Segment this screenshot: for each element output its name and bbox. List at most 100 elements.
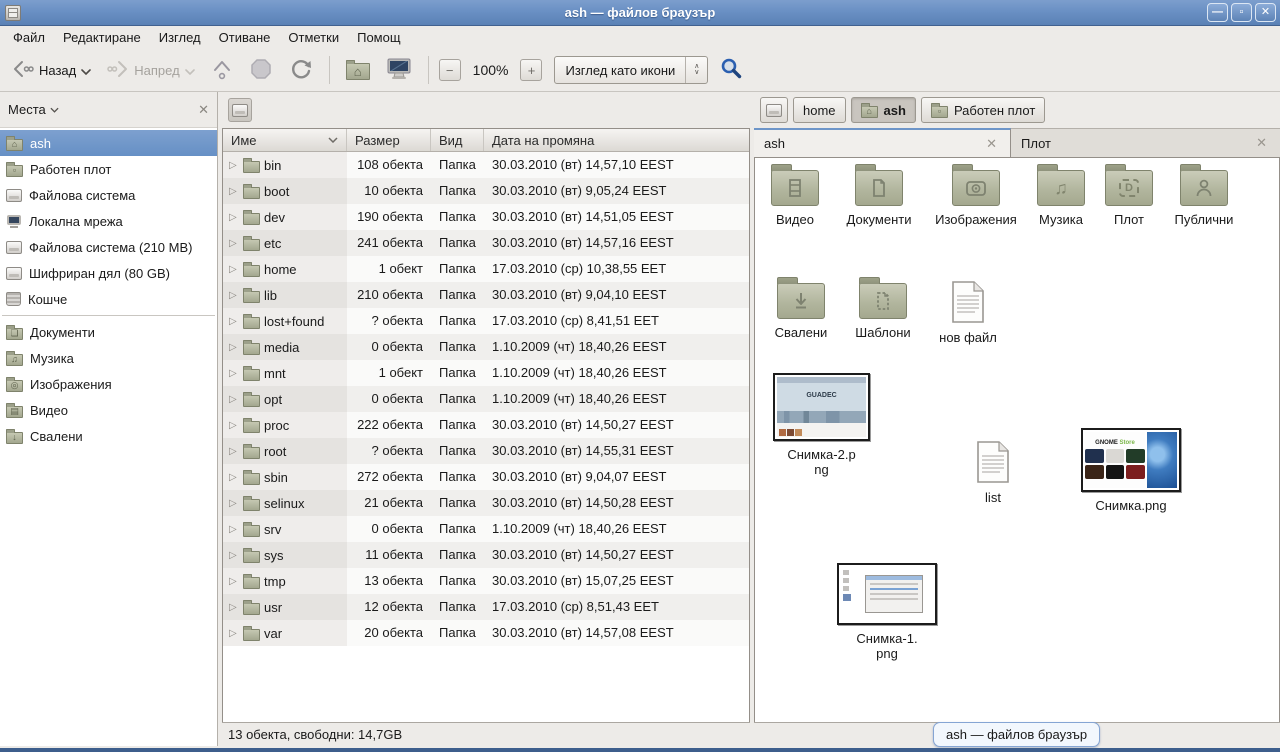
expander-icon[interactable]: ▷ — [229, 472, 239, 483]
stop-button[interactable] — [243, 53, 279, 88]
expander-icon[interactable]: ▷ — [229, 524, 239, 535]
folder-downloads[interactable]: Свалени — [765, 283, 837, 340]
folder-templates[interactable]: Шаблони — [845, 283, 921, 340]
expander-icon[interactable]: ▷ — [229, 576, 239, 587]
folder-music[interactable]: ♫ Музика — [1028, 170, 1094, 227]
expander-icon[interactable]: ▷ — [229, 238, 239, 249]
up-button[interactable] — [205, 53, 239, 88]
tab-ash[interactable]: ash ✕ — [754, 128, 1011, 157]
sidebar-item-network[interactable]: Локална мрежа — [0, 208, 217, 234]
root-location-button[interactable] — [228, 98, 252, 122]
expander-icon[interactable]: ▷ — [229, 628, 239, 639]
path-root-button[interactable] — [760, 97, 788, 123]
table-row[interactable]: ▷opt0 обектаПапка1.10.2009 (чт) 18,40,26… — [223, 386, 749, 412]
table-row[interactable]: ▷srv0 обектаПапка1.10.2009 (чт) 18,40,26… — [223, 516, 749, 542]
expander-icon[interactable]: ▷ — [229, 602, 239, 613]
computer-button[interactable] — [380, 53, 418, 88]
menu-help[interactable]: Помощ — [348, 27, 409, 48]
folder-desktop[interactable]: D Плот — [1099, 170, 1159, 227]
expander-icon[interactable]: ▷ — [229, 342, 239, 353]
table-row[interactable]: ▷var20 обектаПапка30.03.2010 (вт) 14,57,… — [223, 620, 749, 646]
sidebar-item-home[interactable]: ⌂ ash — [0, 130, 217, 156]
path-current-button[interactable]: ⌂ ash — [851, 97, 916, 123]
sidebar-item-videos[interactable]: ▤ Видео — [0, 397, 217, 423]
expander-icon[interactable]: ▷ — [229, 420, 239, 431]
path-home-button[interactable]: home — [793, 97, 846, 123]
title-bar[interactable]: ash — файлов браузър — ▫ ✕ — [0, 0, 1280, 26]
expander-icon[interactable]: ▷ — [229, 550, 239, 561]
expander-icon[interactable]: ▷ — [229, 212, 239, 223]
zoom-out-button[interactable]: − — [439, 59, 461, 81]
menu-edit[interactable]: Редактиране — [54, 27, 150, 48]
sidebar-item-downloads[interactable]: ↓ Свалени — [0, 423, 217, 449]
table-row[interactable]: ▷sbin272 обектаПапка30.03.2010 (вт) 9,04… — [223, 464, 749, 490]
expander-icon[interactable]: ▷ — [229, 186, 239, 197]
sidebar-item-encrypted-80gb[interactable]: Шифриран дял (80 GB) — [0, 260, 217, 286]
file-snimka-1-png[interactable]: Снимка-1.png — [835, 563, 939, 661]
table-row[interactable]: ▷proc222 обектаПапка30.03.2010 (вт) 14,5… — [223, 412, 749, 438]
folder-videos[interactable]: Видео — [761, 170, 829, 227]
table-row[interactable]: ▷mnt1 обектПапка1.10.2009 (чт) 18,40,26 … — [223, 360, 749, 386]
file-snimka-2-png[interactable]: GUADEC Снимка-2.png — [771, 373, 872, 477]
table-row[interactable]: ▷selinux21 обектаПапка30.03.2010 (вт) 14… — [223, 490, 749, 516]
sidebar-item-music[interactable]: ♫ Музика — [0, 345, 217, 371]
sidebar-item-trash[interactable]: Кошче — [0, 286, 217, 312]
forward-dropdown-icon[interactable] — [185, 63, 195, 78]
minimize-button[interactable]: — — [1207, 3, 1228, 22]
sidebar-item-documents[interactable]: ❏ Документи — [0, 319, 217, 345]
expander-icon[interactable]: ▷ — [229, 160, 239, 171]
tab-close-icon[interactable]: ✕ — [983, 136, 1000, 152]
folder-public[interactable]: Публични — [1163, 170, 1245, 227]
taskbar-window-chip[interactable]: ash — файлов браузър — [933, 722, 1100, 747]
table-row[interactable]: ▷lib210 обектаПапка30.03.2010 (вт) 9,04,… — [223, 282, 749, 308]
table-row[interactable]: ▷dev190 обектаПапка30.03.2010 (вт) 14,51… — [223, 204, 749, 230]
column-name[interactable]: Име — [223, 129, 347, 151]
expander-icon[interactable]: ▷ — [229, 498, 239, 509]
table-row[interactable]: ▷media0 обектаПапка1.10.2009 (чт) 18,40,… — [223, 334, 749, 360]
expander-icon[interactable]: ▷ — [229, 446, 239, 457]
menu-bookmarks[interactable]: Отметки — [279, 27, 348, 48]
sidebar-item-pictures[interactable]: ◎ Изображения — [0, 371, 217, 397]
tab-desktop[interactable]: Плот ✕ — [1011, 128, 1280, 157]
menu-file[interactable]: Файл — [4, 27, 54, 48]
sidebar-pane-selector[interactable]: Места — [8, 102, 198, 117]
folder-images[interactable]: Изображения — [935, 170, 1017, 227]
table-row[interactable]: ▷sys11 обектаПапка30.03.2010 (вт) 14,50,… — [223, 542, 749, 568]
search-button[interactable] — [712, 52, 750, 89]
reload-button[interactable] — [283, 53, 319, 88]
file-newfile[interactable]: нов файл — [931, 280, 1005, 345]
table-row[interactable]: ▷etc241 обектаПапка30.03.2010 (вт) 14,57… — [223, 230, 749, 256]
folder-documents[interactable]: Документи — [836, 170, 922, 227]
menu-view[interactable]: Изглед — [150, 27, 210, 48]
file-list[interactable]: list — [967, 440, 1019, 505]
sidebar-item-filesystem[interactable]: Файлова система — [0, 182, 217, 208]
expander-icon[interactable]: ▷ — [229, 264, 239, 275]
file-snimka-png[interactable]: GNOME Store Снимка.png — [1079, 428, 1183, 513]
table-row[interactable]: ▷usr12 обектаПапка17.03.2010 (ср) 8,51,4… — [223, 594, 749, 620]
table-row[interactable]: ▷tmp13 обектаПапка30.03.2010 (вт) 15,07,… — [223, 568, 749, 594]
table-row[interactable]: ▷home1 обектПапка17.03.2010 (ср) 10,38,5… — [223, 256, 749, 282]
tab-close-icon[interactable]: ✕ — [1253, 135, 1270, 151]
path-desktop-button[interactable]: ▫ Работен плот — [921, 97, 1045, 123]
expander-icon[interactable]: ▷ — [229, 316, 239, 327]
table-row[interactable]: ▷root? обектаПапка30.03.2010 (вт) 14,55,… — [223, 438, 749, 464]
table-row[interactable]: ▷boot10 обектаПапка30.03.2010 (вт) 9,05,… — [223, 178, 749, 204]
menu-go[interactable]: Отиване — [210, 27, 280, 48]
home-button[interactable]: ⌂ — [340, 56, 376, 84]
close-button[interactable]: ✕ — [1255, 3, 1276, 22]
forward-button[interactable]: Напред — [101, 55, 200, 86]
column-date[interactable]: Дата на промяна — [484, 129, 749, 151]
expander-icon[interactable]: ▷ — [229, 394, 239, 405]
column-type[interactable]: Вид — [431, 129, 484, 151]
view-mode-select[interactable]: Изглед като икони ∧∨ — [554, 56, 708, 84]
back-button[interactable]: Назад — [6, 55, 97, 86]
sidebar-item-desktop[interactable]: ▫ Работен плот — [0, 156, 217, 182]
expander-icon[interactable]: ▷ — [229, 368, 239, 379]
sidebar-item-volume-210mb[interactable]: Файлова система (210 MB) — [0, 234, 217, 260]
table-row[interactable]: ▷lost+found? обектаПапка17.03.2010 (ср) … — [223, 308, 749, 334]
icon-view[interactable]: Видео Документи Изображения ♫ Музика — [754, 158, 1280, 722]
back-dropdown-icon[interactable] — [81, 63, 91, 78]
maximize-button[interactable]: ▫ — [1231, 3, 1252, 22]
table-row[interactable]: ▷bin108 обектаПапка30.03.2010 (вт) 14,57… — [223, 152, 749, 178]
sidebar-close-icon[interactable]: ✕ — [198, 102, 209, 118]
